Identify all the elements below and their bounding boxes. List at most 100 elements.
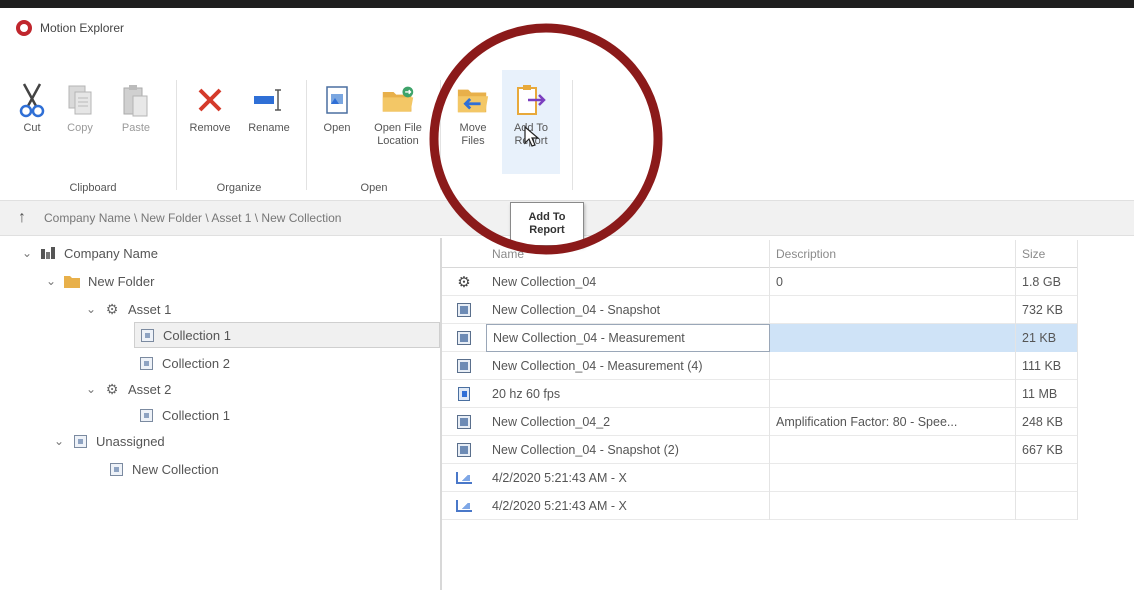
window-top-border: [0, 0, 1134, 8]
gears-icon: ⚙: [105, 300, 119, 317]
open-label: Open: [323, 122, 351, 134]
tree-node-label: New Folder: [88, 273, 155, 289]
table-row[interactable]: New Collection_04 - Measurement (4) 111 …: [442, 352, 1078, 380]
waveform-chart-icon: [442, 492, 486, 520]
remove-button[interactable]: Remove: [180, 70, 240, 135]
row-name: New Collection_04 - Snapshot (2): [486, 436, 770, 464]
header-size[interactable]: Size: [1016, 240, 1078, 268]
row-description: Amplification Factor: 80 - Spee...: [770, 408, 1016, 436]
company-building-icon: [40, 245, 56, 261]
tree-node-collection-1[interactable]: Collection 1: [134, 322, 440, 348]
tree-node-unassigned[interactable]: ⌄ Unassigned: [52, 428, 165, 454]
open-image-icon: [320, 80, 354, 120]
row-name: New Collection_04 - Measurement (4): [486, 352, 770, 380]
tree-node-label: Asset 1: [128, 301, 172, 317]
row-name: 4/2/2020 5:21:43 AM - X: [486, 464, 770, 492]
tree-node-label: New Collection: [132, 461, 219, 477]
table-row[interactable]: 20 hz 60 fps 11 MB: [442, 380, 1078, 408]
row-size: 21 KB: [1016, 324, 1078, 352]
waveform-chart-icon: [442, 464, 486, 492]
collection-gear-icon: ⚙: [457, 274, 471, 291]
collection-icon: [138, 407, 154, 423]
tree-node-company[interactable]: ⌄ Company Name: [20, 240, 158, 266]
row-description: 0: [770, 268, 1016, 296]
collection-icon: [108, 461, 124, 477]
copy-button[interactable]: Copy: [52, 70, 108, 135]
tree-node-label: Unassigned: [96, 433, 165, 449]
group-label-organize: Organize: [216, 182, 262, 194]
open-file-location-button[interactable]: Open File Location: [362, 70, 434, 148]
table-row[interactable]: New Collection_04 - Snapshot (2) 667 KB: [442, 436, 1078, 464]
tree-node-label: Collection 1: [162, 407, 230, 423]
tree-node-collection-2[interactable]: Collection 2: [138, 350, 230, 376]
row-description: [770, 492, 1016, 520]
rename-button[interactable]: Rename: [240, 70, 298, 135]
row-size: 248 KB: [1016, 408, 1078, 436]
ribbon-group-organize: Remove Rename Organize: [180, 70, 298, 198]
cut-button[interactable]: Cut: [12, 70, 52, 135]
ribbon-group-open: Open Open File Location Open: [312, 70, 436, 198]
folder-open-icon: [381, 80, 415, 120]
paste-button[interactable]: Paste: [108, 70, 164, 135]
group-label-open: Open: [360, 182, 388, 194]
copy-label: Copy: [67, 122, 93, 134]
group-label-clipboard: Clipboard: [69, 182, 117, 194]
row-name: New Collection_04 - Measurement: [486, 324, 770, 352]
chevron-down-icon[interactable]: ⌄: [84, 302, 98, 316]
header-description[interactable]: Description: [770, 240, 1016, 268]
tree-node-asset-2[interactable]: ⌄ ⚙ Asset 2: [84, 376, 171, 402]
open-button[interactable]: Open: [312, 70, 362, 148]
rename-label: Rename: [248, 122, 290, 134]
paste-icon: [119, 80, 153, 120]
tree-node-new-folder[interactable]: ⌄ New Folder: [44, 268, 155, 294]
cut-label: Cut: [23, 122, 41, 134]
chevron-down-icon[interactable]: ⌄: [84, 382, 98, 396]
copy-icon: [63, 80, 97, 120]
table-row[interactable]: 4/2/2020 5:21:43 AM - X: [442, 464, 1078, 492]
snapshot-icon: [442, 436, 486, 464]
up-arrow-icon[interactable]: ↑: [0, 209, 44, 227]
collection-icon: [139, 327, 155, 343]
snapshot-icon: [442, 296, 486, 324]
snapshot-icon: [442, 408, 486, 436]
table-row[interactable]: ⚙ New Collection_04 0 1.8 GB: [442, 268, 1078, 296]
app-logo-icon: [16, 20, 32, 36]
table-row[interactable]: New Collection_04 - Snapshot 732 KB: [442, 296, 1078, 324]
tree-node-label: Company Name: [64, 245, 158, 261]
chevron-down-icon[interactable]: ⌄: [44, 274, 58, 288]
table-row[interactable]: New Collection_04_2 Amplification Factor…: [442, 408, 1078, 436]
breadcrumb[interactable]: Company Name \ New Folder \ Asset 1 \ Ne…: [44, 211, 341, 225]
row-name: 4/2/2020 5:21:43 AM - X: [486, 492, 770, 520]
tree-node-label: Asset 2: [128, 381, 172, 397]
row-size: 667 KB: [1016, 436, 1078, 464]
table-row-selected[interactable]: New Collection_04 - Measurement 21 KB: [442, 324, 1078, 352]
folder-tree: ⌄ Company Name ⌄ New Folder ⌄ ⚙ Asset 1 …: [0, 238, 440, 590]
collection-icon: [138, 355, 154, 371]
remove-label: Remove: [189, 122, 231, 134]
tree-node-new-collection[interactable]: New Collection: [108, 456, 219, 482]
row-size: 732 KB: [1016, 296, 1078, 324]
row-description: [770, 296, 1016, 324]
app-title: Motion Explorer: [40, 21, 125, 35]
row-size: 11 MB: [1016, 380, 1078, 408]
measurement-icon: [442, 352, 486, 380]
row-description: [770, 380, 1016, 408]
measurement-icon: [442, 324, 486, 352]
row-description: [770, 436, 1016, 464]
table-row[interactable]: 4/2/2020 5:21:43 AM - X: [442, 492, 1078, 520]
tree-node-asset2-collection-1[interactable]: Collection 1: [138, 402, 230, 428]
row-size: 1.8 GB: [1016, 268, 1078, 296]
row-description: [770, 324, 1016, 352]
folder-icon: [64, 273, 80, 289]
unassigned-icon: [72, 433, 88, 449]
row-size: [1016, 464, 1078, 492]
row-name: New Collection_04: [486, 268, 770, 296]
highlight-circle-annotation: [429, 23, 663, 255]
chevron-down-icon[interactable]: ⌄: [20, 246, 34, 260]
ribbon-group-clipboard: Cut Copy Paste Clipboard: [12, 70, 174, 198]
row-size: [1016, 492, 1078, 520]
tree-node-asset-1[interactable]: ⌄ ⚙ Asset 1: [84, 296, 171, 322]
tree-node-label: Collection 1: [163, 327, 231, 343]
chevron-down-icon[interactable]: ⌄: [52, 434, 66, 448]
tree-node-label: Collection 2: [162, 355, 230, 371]
